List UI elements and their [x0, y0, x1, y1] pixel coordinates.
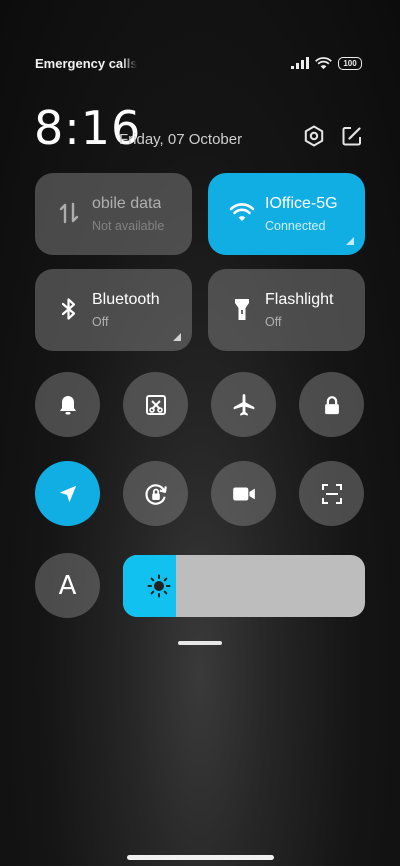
lock-icon [324, 395, 339, 414]
auto-brightness-label: A [58, 570, 77, 601]
bell-icon [59, 395, 76, 414]
mobile-data-icon [59, 202, 79, 224]
tile-subtitle: Off [92, 315, 109, 329]
screenshot-icon [145, 394, 166, 415]
expand-corner-icon[interactable] [346, 237, 354, 245]
tile-bluetooth[interactable]: Bluetooth Off [35, 269, 192, 351]
tile-subtitle: Off [265, 315, 282, 329]
tile-title: Bluetooth [92, 291, 160, 308]
toggle-scanner[interactable] [299, 461, 364, 526]
sun-icon [147, 574, 171, 598]
toggle-screen-recorder[interactable] [211, 461, 276, 526]
edit-icon[interactable] [340, 124, 364, 148]
wifi-icon [229, 203, 255, 221]
toggle-airplane[interactable] [211, 372, 276, 437]
flashlight-icon [235, 299, 249, 320]
rotation-lock-icon [144, 483, 167, 505]
expand-corner-icon[interactable] [173, 333, 181, 341]
toggle-location[interactable] [35, 461, 100, 526]
status-carrier-text: Emergency calls o [35, 56, 137, 71]
video-icon [232, 487, 255, 500]
tile-mobile-data[interactable]: obile data Not available [35, 173, 192, 255]
tile-flashlight[interactable]: Flashlight Off [208, 269, 365, 351]
toggle-lock-screen[interactable] [299, 372, 364, 437]
location-icon [59, 485, 76, 502]
scan-icon [321, 483, 342, 504]
battery-indicator: 100 [338, 56, 362, 70]
panel-handle[interactable] [178, 641, 222, 645]
bluetooth-icon [61, 298, 76, 320]
home-indicator[interactable] [127, 855, 274, 860]
tile-subtitle: Not available [92, 219, 165, 233]
tile-subtitle: Connected [265, 219, 326, 233]
wifi-status-icon [315, 56, 332, 69]
signal-icon [291, 57, 309, 69]
toggle-mute[interactable] [35, 372, 100, 437]
tile-wifi[interactable]: IOffice-5G Connected [208, 173, 365, 255]
tile-title: IOffice-5G [265, 195, 338, 212]
settings-icon[interactable] [302, 124, 326, 148]
status-icons: 100 [291, 56, 362, 70]
brightness-slider[interactable] [123, 555, 365, 617]
tile-title: Flashlight [265, 291, 334, 308]
toggle-screenshot[interactable] [123, 372, 188, 437]
date-label: Friday, 07 October [119, 131, 243, 148]
toggle-rotation-lock[interactable] [123, 461, 188, 526]
airplane-icon [233, 393, 254, 416]
auto-brightness-button[interactable]: A [35, 553, 100, 618]
tile-title: obile data [92, 195, 162, 212]
